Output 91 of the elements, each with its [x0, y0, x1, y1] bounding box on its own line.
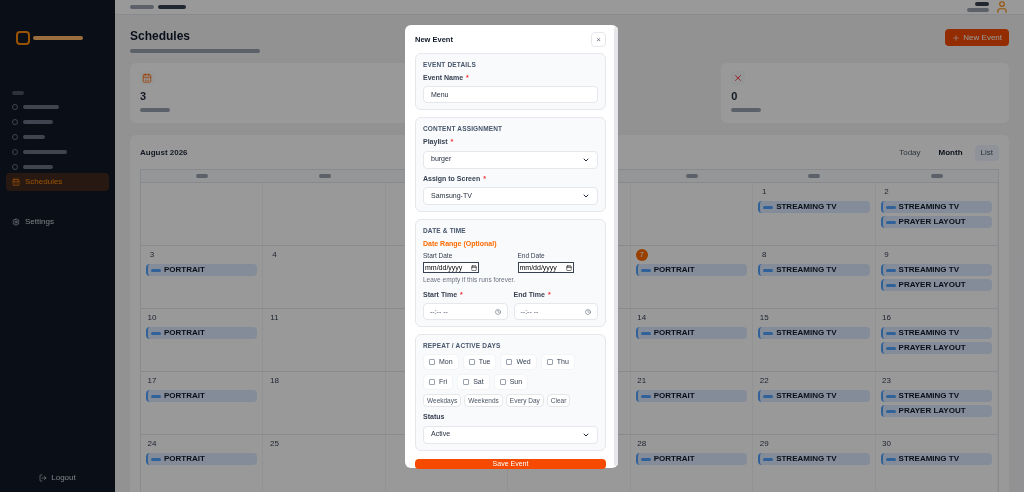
settings-icon [12, 218, 20, 226]
day-number: 9 [883, 249, 890, 261]
day-checkbox[interactable] [463, 379, 470, 385]
day-checkbox[interactable] [546, 359, 553, 365]
calendar-title: August 2026 [140, 147, 188, 159]
event-chip[interactable]: PRAYER LAYOUT [880, 216, 992, 228]
day-checkbox[interactable] [506, 359, 513, 365]
event-chip[interactable]: PORTRAIT [635, 327, 748, 339]
blurred-text-bar [12, 91, 24, 95]
user-avatar-icon[interactable] [995, 0, 1009, 14]
event-chip[interactable]: PORTRAIT [635, 390, 748, 402]
blurred-text-bar [130, 5, 154, 9]
blurred-text-bar [140, 107, 170, 112]
event-chip[interactable]: STREAMING TV [758, 390, 870, 402]
day-number: 15 [758, 312, 770, 324]
calendar-icon [142, 73, 152, 83]
day-number: 1 [760, 186, 768, 198]
day-checkbox[interactable] [429, 359, 435, 365]
calendar-icon [565, 264, 572, 271]
scrollbar[interactable] [614, 27, 618, 466]
event-chip[interactable]: STREAMING TV [880, 201, 992, 213]
event-chip[interactable]: PORTRAIT [146, 264, 258, 276]
blurred-text-bar [967, 8, 989, 12]
day-number: 21 [636, 375, 648, 387]
event-chip[interactable]: STREAMING TV [880, 264, 992, 276]
clock-icon [585, 308, 591, 315]
today-button[interactable]: Today [893, 145, 927, 161]
sidebar-item[interactable]: Settings [6, 213, 109, 231]
day-checkbox[interactable] [499, 379, 506, 385]
blurred-text-bar [23, 120, 53, 124]
event-chip[interactable]: PORTRAIT [146, 390, 258, 402]
day-number: 2 [883, 186, 890, 198]
new-event-button[interactable]: New Event [945, 29, 1009, 46]
blurred-text-bar [23, 165, 53, 169]
blurred-text-bar [930, 174, 943, 178]
event-chip[interactable]: STREAMING TV [758, 453, 870, 465]
view-tab[interactable]: List [974, 145, 999, 161]
day-number: 17 [146, 375, 158, 387]
event-chip[interactable]: PORTRAIT [146, 453, 258, 465]
day-number: 4 [271, 249, 278, 261]
day-number: 25 [268, 438, 280, 450]
close-button[interactable]: × [591, 32, 606, 47]
stat-value: 0 [731, 89, 739, 104]
day-number: 10 [146, 312, 158, 324]
stat-value: 3 [140, 89, 148, 104]
day-checkbox[interactable] [429, 379, 435, 385]
x-icon [733, 73, 744, 83]
day-number: 28 [636, 438, 648, 450]
event-chip[interactable]: STREAMING TV [758, 264, 870, 276]
logout-icon [39, 474, 48, 482]
event-chip[interactable]: STREAMING TV [880, 327, 992, 339]
blurred-text-bar [23, 105, 59, 109]
event-chip[interactable]: STREAMING TV [880, 453, 992, 465]
day-number: 29 [758, 438, 770, 450]
blurred-text-bar [685, 174, 698, 178]
day-number: 23 [881, 375, 892, 387]
blurred-text-bar [23, 150, 67, 154]
day-number: 7 [635, 249, 648, 261]
event-chip[interactable]: PORTRAIT [635, 453, 748, 465]
event-chip[interactable]: STREAMING TV [880, 390, 992, 402]
blurred-text-bar [318, 174, 331, 178]
calendar-icon [471, 264, 477, 271]
day-number: 30 [881, 438, 892, 450]
day-number: 8 [760, 249, 768, 261]
day-number: 18 [268, 375, 280, 387]
blurred-text-bar [731, 107, 762, 112]
day-number: 11 [269, 312, 280, 324]
logout-link[interactable]: Logout [39, 472, 76, 484]
chevron-down-icon [582, 192, 590, 200]
day-number: 16 [881, 312, 892, 324]
event-chip[interactable]: PORTRAIT [146, 327, 258, 339]
event-chip[interactable]: PRAYER LAYOUT [880, 405, 992, 417]
blurred-text-bar [158, 5, 186, 9]
day-number: 24 [146, 438, 158, 450]
day-number: 14 [636, 312, 648, 324]
day-number: 3 [148, 249, 156, 261]
blurred-text-bar [196, 174, 209, 178]
blurred-text-bar [975, 2, 989, 6]
plus-icon [952, 33, 961, 42]
event-chip[interactable]: PORTRAIT [635, 264, 748, 276]
event-chip[interactable]: PRAYER LAYOUT [880, 342, 992, 354]
day-number: 22 [758, 375, 770, 387]
calendar-icon [12, 178, 20, 186]
event-chip[interactable]: PRAYER LAYOUT [880, 279, 992, 291]
event-chip[interactable]: STREAMING TV [758, 327, 870, 339]
page-title: Schedules [130, 28, 192, 45]
event-chip[interactable]: STREAMING TV [758, 201, 870, 213]
blurred-text-bar [808, 174, 821, 178]
blurred-text-bar [23, 135, 45, 139]
day-checkbox[interactable] [468, 359, 475, 365]
clock-icon [494, 308, 501, 315]
